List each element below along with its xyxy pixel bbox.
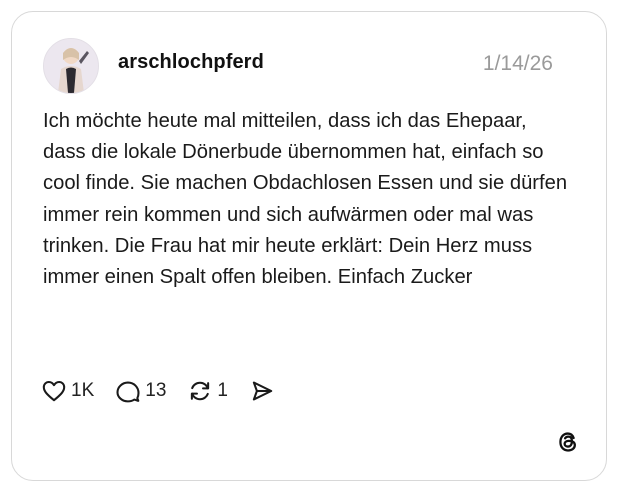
share-button[interactable]	[249, 378, 275, 404]
action-bar: 1K 13 1	[41, 377, 296, 405]
repost-count: 1	[217, 380, 228, 401]
post-text: Ich möchte heute mal mitteilen, dass ich…	[43, 110, 568, 289]
post-date: 1/14/26	[482, 52, 553, 75]
threads-logo-icon	[559, 432, 576, 452]
reply-button[interactable]: 13	[115, 378, 166, 404]
comment-icon	[116, 381, 140, 403]
avatar[interactable]	[43, 38, 99, 94]
avatar-image	[44, 39, 98, 93]
like-button[interactable]: 1K	[41, 378, 94, 404]
like-count: 1K	[71, 380, 95, 401]
username[interactable]: arschlochpferd	[118, 51, 264, 74]
repost-icon	[191, 381, 210, 401]
repost-button[interactable]: 1	[187, 378, 228, 404]
reply-count: 13	[145, 380, 167, 401]
send-icon	[252, 381, 273, 401]
post-card: arschlochpferd 1/14/26 Ich möchte heute …	[11, 11, 607, 481]
heart-icon	[42, 380, 66, 402]
